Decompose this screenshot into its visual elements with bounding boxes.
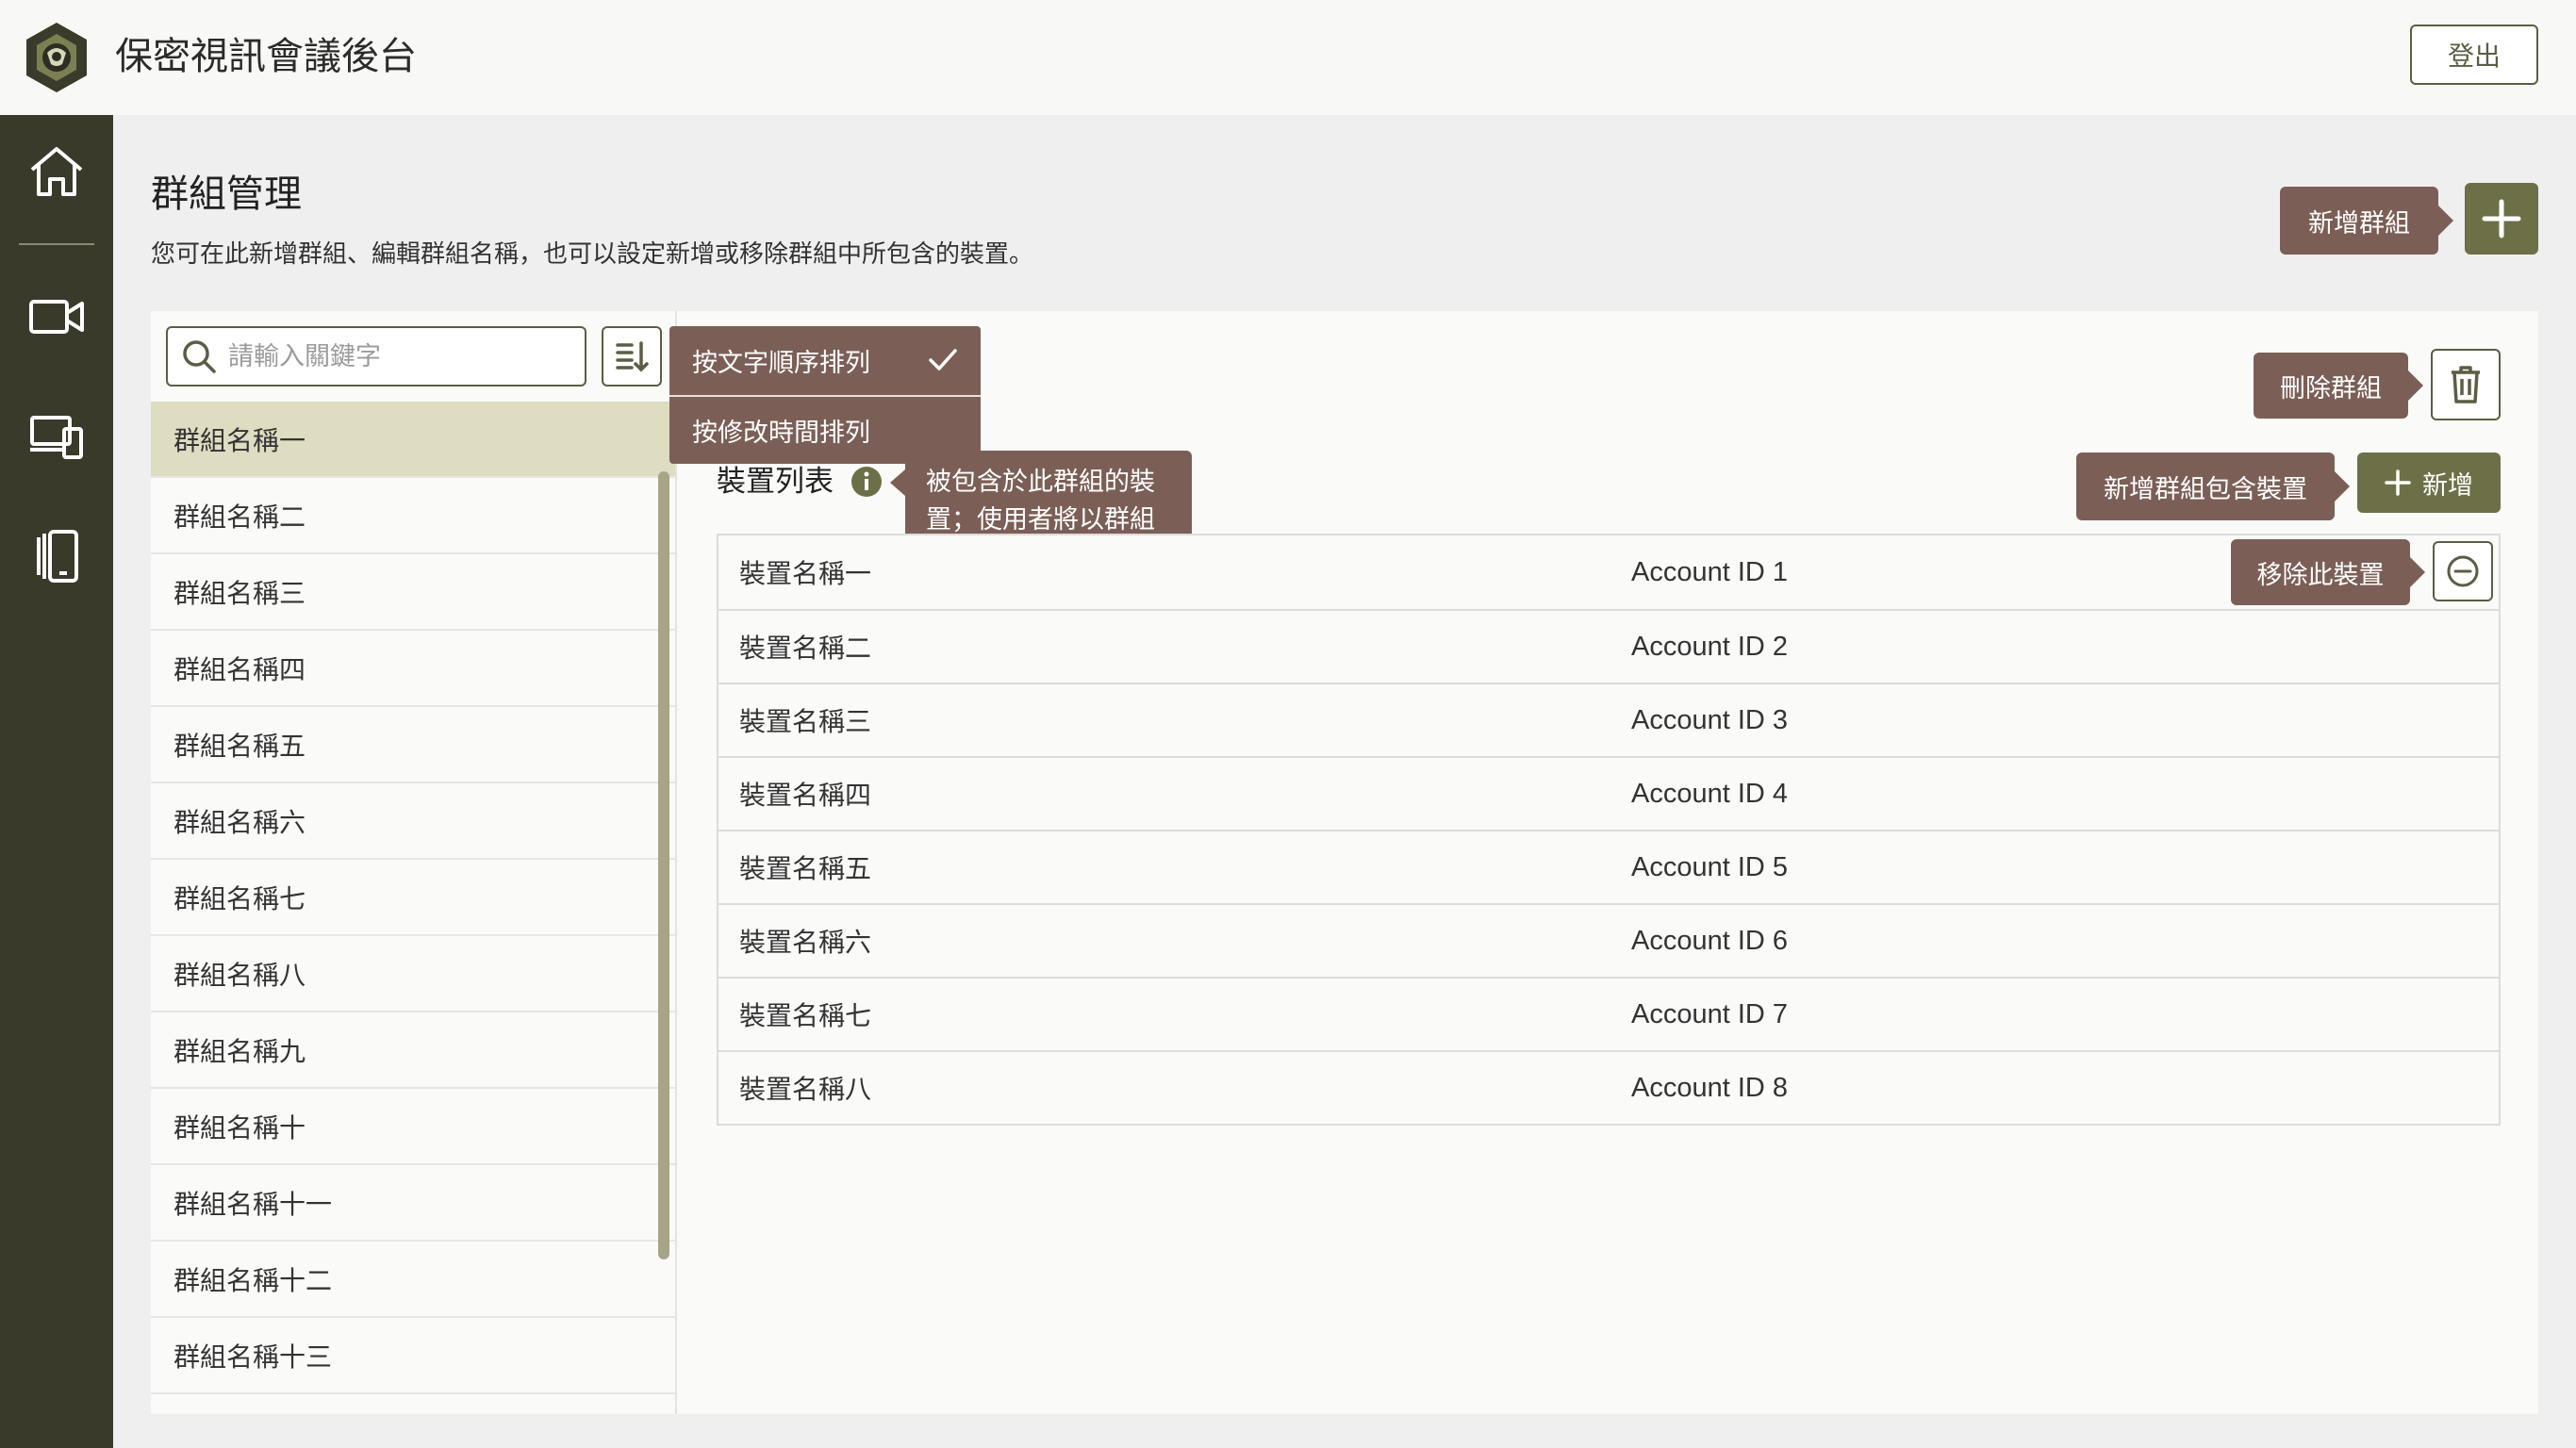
sort-button[interactable] <box>602 326 662 387</box>
group-list-item[interactable]: 群組名稱十一 <box>151 1165 675 1242</box>
device-row: 裝置名稱三 Account ID 3 <box>718 683 2499 756</box>
home-icon[interactable] <box>26 141 87 202</box>
device-row: 裝置名稱八 Account ID 8 <box>718 1050 2499 1124</box>
delete-group-button[interactable] <box>2431 349 2501 420</box>
group-list: 群組名稱一 群組名稱二 群組名稱三 群組名稱四 群組名稱五 群組名稱六 群組名稱七 群組名稱八… <box>151 402 675 1394</box>
plus-icon <box>2482 199 2521 239</box>
search-icon <box>183 340 216 373</box>
sort-option-label: 按修改時間排列 <box>692 419 870 448</box>
group-list-item[interactable]: 群組名稱四 <box>151 631 675 707</box>
group-list-item[interactable]: 群組名稱五 <box>151 707 675 783</box>
device-row: 裝置名稱七 Account ID 7 <box>718 977 2499 1050</box>
add-device-tooltip: 新增群組包含裝置 <box>2076 452 2350 520</box>
remove-device-button[interactable] <box>2433 541 2493 601</box>
trash-icon <box>2452 366 2480 403</box>
tablet-icon[interactable] <box>26 526 87 586</box>
device-account-id: Account ID 1 <box>1631 556 1789 587</box>
device-account-id: Account ID 5 <box>1631 851 1789 882</box>
app-title: 保密視訊會議後台 <box>115 35 417 78</box>
logout-button[interactable]: 登出 <box>2410 25 2538 85</box>
sort-option-alphabetical[interactable]: 按文字順序排列 <box>669 326 981 395</box>
device-row: 裝置名稱六 Account ID 6 <box>718 903 2499 977</box>
plus-icon <box>2385 469 2411 496</box>
device-row: 裝置名稱四 Account ID 4 <box>718 756 2499 830</box>
group-list-item[interactable]: 群組名稱九 <box>151 1012 675 1089</box>
device-table: 裝置名稱一 Account ID 1 裝置名稱二 Account ID 2 裝置名稱三 A… <box>717 534 2501 1126</box>
check-icon <box>929 349 957 370</box>
device-name: 裝置名稱五 <box>739 853 872 884</box>
device-account-id: Account ID 4 <box>1631 778 1789 809</box>
page-description: 您可在此新增群組、編輯群組名稱，也可以設定新增或移除群組中所包含的裝置。 <box>151 240 1034 269</box>
minus-circle-icon <box>2447 555 2479 587</box>
device-name: 裝置名稱四 <box>739 780 872 811</box>
device-row: 裝置名稱二 Account ID 2 <box>718 609 2499 683</box>
app-logo <box>25 21 89 94</box>
search-box[interactable] <box>166 326 586 387</box>
device-name: 裝置名稱七 <box>739 1000 872 1031</box>
delete-group-tooltip: 刪除群組 <box>2254 353 2423 419</box>
group-list-panel: 群組名稱一群組名稱二群組名稱三群組名稱四群組名稱五群組名稱六群組名稱七群組名稱八… <box>151 311 677 1414</box>
group-list-scrollbar[interactable] <box>658 471 669 1259</box>
group-list-item[interactable]: 群組名稱十二 <box>151 1242 675 1318</box>
group-list-item[interactable]: 群組名稱十 <box>151 1089 675 1165</box>
search-input[interactable] <box>228 341 568 371</box>
sort-icon <box>616 341 649 372</box>
device-account-id: Account ID 8 <box>1631 1072 1789 1103</box>
group-list-item[interactable]: 群組名稱六 <box>151 783 675 860</box>
devices-icon[interactable] <box>26 407 87 468</box>
device-account-id: Account ID 2 <box>1631 631 1789 662</box>
remove-device-tooltip: 移除此裝置 <box>2231 539 2425 605</box>
device-account-id: Account ID 7 <box>1631 998 1789 1029</box>
device-name: 裝置名稱八 <box>739 1074 872 1105</box>
device-name: 裝置名稱六 <box>739 927 872 958</box>
sort-option-label: 按文字順序排列 <box>692 349 870 378</box>
device-account-id: Account ID 6 <box>1631 925 1789 956</box>
group-list-item[interactable]: 群組名稱八 <box>151 936 675 1012</box>
nav-divider <box>19 243 94 245</box>
device-name: 裝置名稱三 <box>739 706 872 737</box>
sort-menu: 按文字順序排列 按修改時間排列 <box>669 326 981 464</box>
group-list-item[interactable]: 群組名稱一 <box>151 402 675 478</box>
group-list-item[interactable]: 群組名稱十三 <box>151 1318 675 1394</box>
group-list-item[interactable]: 群組名稱三 <box>151 554 675 631</box>
add-device-label: 新增 <box>2422 470 2473 501</box>
device-account-id: Account ID 3 <box>1631 704 1789 735</box>
add-group-tooltip: 新增群組 <box>2280 187 2453 255</box>
device-list-title: 裝置列表 <box>717 465 834 499</box>
video-camera-icon[interactable] <box>26 287 87 347</box>
device-row: 裝置名稱五 Account ID 5 <box>718 830 2499 903</box>
page-title: 群組管理 <box>151 173 302 216</box>
group-list-item[interactable]: 群組名稱七 <box>151 860 675 936</box>
device-name: 裝置名稱二 <box>739 633 872 664</box>
device-name: 裝置名稱一 <box>739 558 872 589</box>
group-list-item[interactable]: 群組名稱二 <box>151 478 675 554</box>
add-device-button[interactable]: 新增 <box>2357 452 2501 513</box>
side-nav <box>0 115 113 1448</box>
info-icon[interactable] <box>850 466 883 498</box>
add-group-button[interactable] <box>2465 183 2538 255</box>
top-header: 保密視訊會議後台 登出 <box>0 0 2576 115</box>
